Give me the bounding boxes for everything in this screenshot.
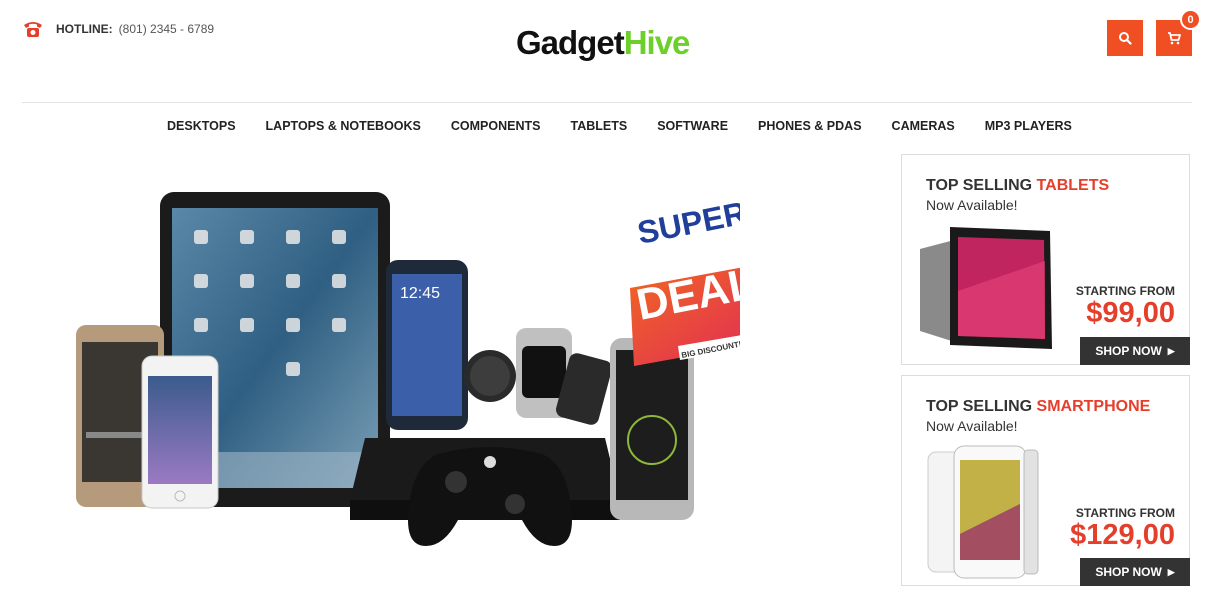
promo-card-tablets[interactable]: TOP SELLING TABLETS Now Available! START… bbox=[901, 154, 1190, 365]
nav-item-phones-pdas[interactable]: PHONES & PDAS bbox=[758, 119, 862, 133]
cart-count-badge: 0 bbox=[1180, 9, 1201, 30]
badge-super-text: SUPER bbox=[634, 194, 740, 250]
promo-subtitle: Now Available! bbox=[926, 197, 1018, 213]
phone-image-iphone bbox=[141, 355, 219, 509]
search-button[interactable] bbox=[1107, 20, 1143, 56]
cart-icon bbox=[1168, 31, 1181, 44]
shop-now-label: SHOP NOW bbox=[1095, 565, 1162, 579]
smartphone-product-image bbox=[927, 445, 1039, 579]
header-divider bbox=[22, 102, 1192, 103]
promo-title: TOP SELLING TABLETS bbox=[926, 177, 1110, 194]
tablet-product-image bbox=[920, 227, 1052, 349]
shop-now-label: SHOP NOW bbox=[1095, 344, 1162, 358]
hotline: HOTLINE: (801) 2345 - 6789 bbox=[22, 18, 214, 40]
smartwatch-image bbox=[464, 328, 612, 425]
controller-image bbox=[408, 447, 572, 546]
shop-now-button[interactable]: SHOP NOW ▶ bbox=[1080, 558, 1190, 586]
phone-image-galaxy: 12:45 bbox=[386, 260, 468, 430]
nav-item-desktops[interactable]: DESKTOPS bbox=[167, 119, 236, 133]
phone-image-lg bbox=[610, 338, 694, 520]
chevron-right-icon: ▶ bbox=[1167, 345, 1175, 356]
nav-item-cameras[interactable]: CAMERAS bbox=[892, 119, 955, 133]
shop-now-button[interactable]: SHOP NOW ▶ bbox=[1080, 337, 1190, 365]
search-icon bbox=[1119, 32, 1132, 45]
starting-from-label: STARTING FROM bbox=[1075, 506, 1175, 520]
promo-subtitle: Now Available! bbox=[926, 418, 1018, 434]
promo-card-smartphone[interactable]: TOP SELLING SMARTPHONE Now Available! ST… bbox=[901, 375, 1190, 586]
logo-text-gadget: Gadget bbox=[516, 24, 625, 61]
hotline-label: HOTLINE: bbox=[56, 22, 113, 36]
logo-text-hive: Hive bbox=[623, 24, 691, 61]
promo-price: $99,00 bbox=[1086, 297, 1175, 329]
super-deal-badge: SUPER DEAL BIG DISCOUNT! bbox=[630, 194, 740, 366]
hero-banner[interactable]: 12:45 SUPER DEAL BIG DISCOUNT! bbox=[60, 170, 740, 580]
main-nav: DESKTOPS LAPTOPS & NOTEBOOKS COMPONENTS … bbox=[0, 119, 1218, 133]
nav-item-components[interactable]: COMPONENTS bbox=[451, 119, 541, 133]
phone-icon bbox=[24, 22, 42, 37]
svg-text:12:45: 12:45 bbox=[400, 285, 440, 302]
nav-item-mp3-players[interactable]: MP3 PLAYERS bbox=[985, 119, 1072, 133]
nav-item-laptops-notebooks[interactable]: LAPTOPS & NOTEBOOKS bbox=[266, 119, 421, 133]
chevron-right-icon: ▶ bbox=[1167, 566, 1175, 577]
nav-item-tablets[interactable]: TABLETS bbox=[570, 119, 627, 133]
promo-price: $129,00 bbox=[1070, 519, 1175, 551]
site-logo[interactable]: GadgetHive bbox=[516, 24, 691, 61]
nav-item-software[interactable]: SOFTWARE bbox=[657, 119, 728, 133]
starting-from-label: STARTING FROM bbox=[1075, 284, 1175, 298]
promo-title: TOP SELLING SMARTPHONE bbox=[926, 398, 1151, 415]
hotline-number[interactable]: (801) 2345 - 6789 bbox=[119, 22, 214, 36]
